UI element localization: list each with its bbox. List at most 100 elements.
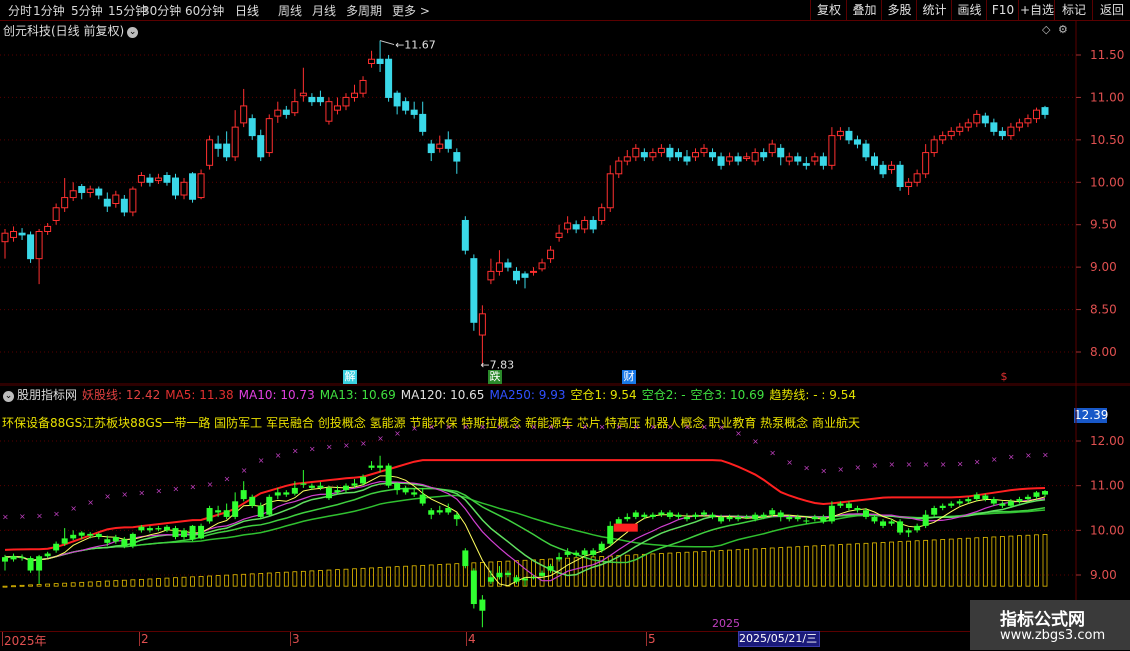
ma250-bar (309, 570, 315, 587)
ind-candle-body (223, 510, 230, 517)
event-marker[interactable]: $ (997, 370, 1011, 384)
ma250-bar (616, 555, 622, 587)
candle-body (794, 156, 802, 162)
ma250-bar (394, 566, 400, 587)
purple-marker: × (411, 424, 418, 433)
period-tab[interactable]: 分时 (8, 2, 32, 19)
candle-body (470, 258, 478, 323)
period-tab[interactable]: 60分钟 (185, 2, 224, 19)
candle-body (768, 143, 776, 154)
ma250-bar (45, 583, 51, 587)
ind-candle-body (735, 516, 742, 520)
period-tab[interactable]: 多周期 (346, 2, 382, 19)
ind-candle-body (496, 572, 503, 578)
toolbar-button[interactable]: 返回 (1092, 0, 1130, 20)
ind-candle-body (377, 465, 384, 468)
toolbar-button[interactable]: 多股 (881, 0, 917, 20)
candle-body (478, 313, 486, 336)
period-tab[interactable]: 日线 (235, 2, 259, 19)
candle-body (265, 118, 273, 154)
period-tab[interactable]: 1分钟 (33, 2, 65, 19)
purple-marker: × (548, 423, 555, 432)
toolbar-button[interactable]: +自选 (1018, 0, 1055, 20)
ma250-bar (198, 576, 204, 587)
purple-marker: × (1042, 450, 1049, 459)
candlestick-chart[interactable]: 11.50 11.00 10.50 10.00 9.50 9.00 8.50 8.00 ←11.… (0, 20, 1130, 385)
purple-marker: × (854, 463, 861, 472)
candle-body (717, 156, 725, 166)
event-marker[interactable]: 财 (622, 370, 636, 384)
candle-body (231, 126, 239, 158)
purple-marker: × (377, 434, 384, 443)
purple-marker: × (428, 423, 435, 432)
candle-body (206, 139, 214, 166)
ma250-bar (326, 569, 332, 587)
period-tab[interactable]: 30分钟 (142, 2, 181, 19)
ind-candle-body (53, 543, 60, 551)
purple-marker: × (991, 455, 998, 464)
ind-candle-body (470, 570, 477, 605)
ind-candle-body (479, 599, 486, 611)
purple-marker: × (190, 483, 197, 492)
purple-marker: × (650, 423, 657, 432)
candle-body (632, 147, 640, 158)
toolbar-button[interactable]: 标记 (1054, 0, 1093, 20)
period-tab[interactable]: 5分钟 (71, 2, 103, 19)
ind-candle-body (871, 516, 878, 522)
ma250-bar (650, 553, 656, 587)
candle-body (368, 58, 376, 64)
purple-marker: × (513, 423, 520, 432)
ma250-bar (215, 575, 221, 587)
purple-marker: × (275, 451, 282, 460)
toolbar-button[interactable]: 画线 (951, 0, 987, 20)
ind-candle-body (666, 512, 673, 517)
candle-body (385, 58, 393, 98)
candle-body (214, 143, 222, 149)
ma250-bar (1017, 535, 1022, 587)
ma250-bar (1034, 534, 1039, 587)
candle-body (316, 96, 324, 103)
candle-body (674, 152, 682, 158)
candle-body (171, 177, 179, 196)
period-tab[interactable]: 周线 (278, 2, 302, 19)
ma250-bar (974, 537, 980, 587)
ma250-bar (70, 582, 76, 587)
ind-candle-body (624, 516, 631, 520)
purple-marker: × (735, 429, 742, 438)
candle-body (751, 152, 759, 162)
ind-candle-body (862, 510, 869, 517)
candle-body (581, 219, 589, 230)
period-tab[interactable]: 更多 > (392, 2, 430, 19)
indicator-chart[interactable]: 12.00 11.00 10.00 9.00 × × × × × × × × × × × × × × × × × × × × ×… (0, 385, 1130, 631)
toolbar-button[interactable]: F10 (986, 0, 1019, 20)
purple-marker: × (53, 510, 60, 519)
event-marker[interactable]: 解 (343, 370, 357, 384)
ma250-bar (676, 552, 681, 587)
toolbar-button[interactable]: 统计 (916, 0, 952, 20)
ma250-bar (79, 581, 85, 587)
purple-marker: × (872, 461, 879, 470)
ma250-bar (19, 584, 25, 587)
ma250-bar (667, 552, 673, 587)
ind-candle-body (198, 525, 205, 539)
ma250-bar (769, 547, 775, 587)
period-tab[interactable]: 月线 (312, 2, 336, 19)
ind-candle-body (189, 525, 196, 540)
ind-candle-body (880, 521, 887, 526)
event-marker[interactable]: 跌 (488, 370, 502, 384)
ind-candle-body (1016, 499, 1023, 502)
candle-body (248, 118, 256, 137)
ma250-bar (437, 564, 443, 587)
ind-candle-body (445, 508, 452, 513)
ind-candle-body (786, 516, 793, 520)
purple-marker: × (923, 460, 930, 469)
toolbar-button[interactable]: 叠加 (846, 0, 882, 20)
ind-candle-body (351, 483, 358, 486)
ind-candle-body (36, 556, 43, 571)
toolbar-button[interactable]: 复权 (810, 0, 847, 20)
ind-candle-body (956, 501, 963, 504)
ind-candle-body (87, 533, 94, 536)
ma250-bar (1025, 534, 1031, 587)
year-label: 2025 (712, 617, 740, 630)
purple-marker: × (241, 466, 248, 475)
